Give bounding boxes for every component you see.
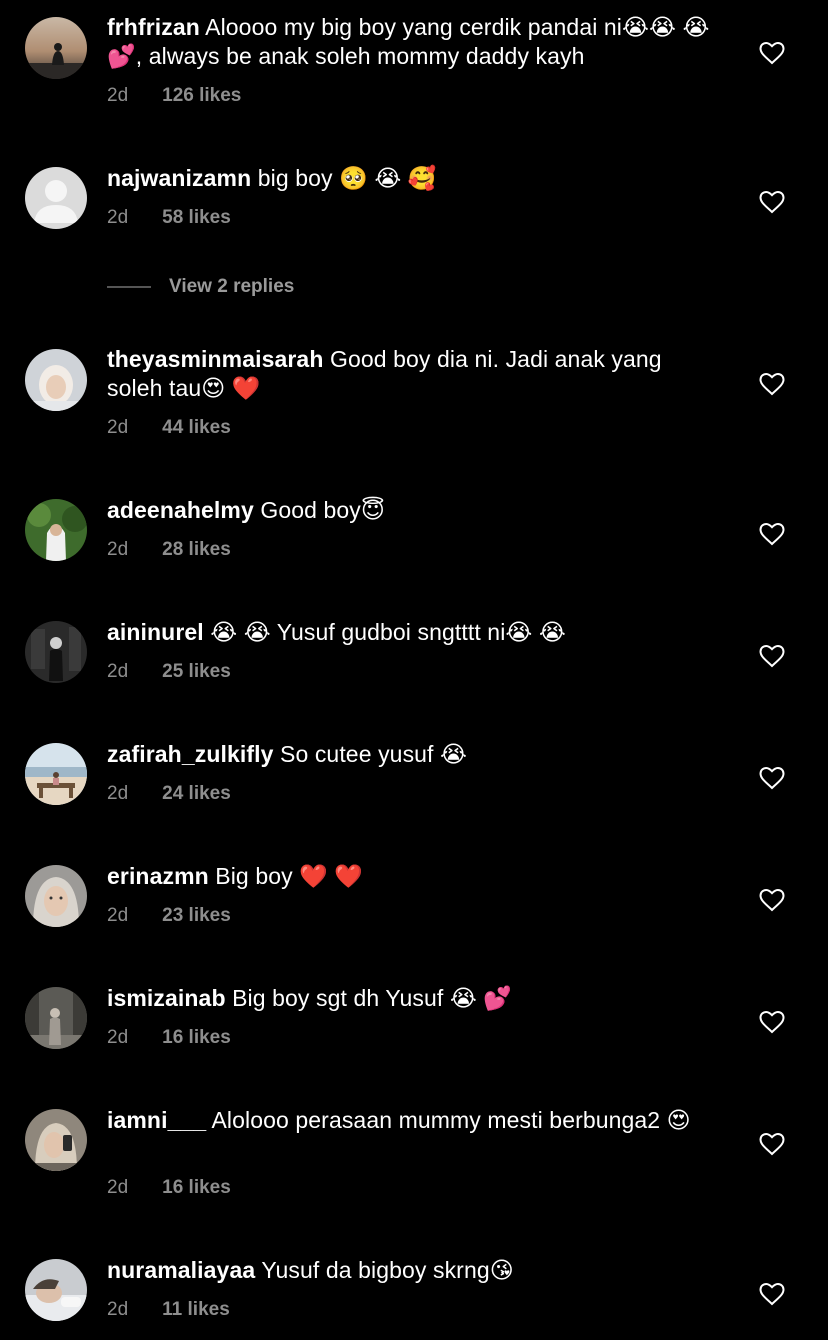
heart-outline-icon[interactable]: [759, 190, 785, 214]
comment-time: 2d: [107, 417, 129, 438]
comment-username[interactable]: erinazmn: [107, 863, 209, 889]
comment-meta: 2d 16 likes: [107, 1027, 231, 1049]
like-count[interactable]: 24 likes: [162, 783, 231, 804]
comment-meta: 2d 44 likes: [107, 417, 231, 439]
comments-list: frhfrizan Aloooo my big boy yang cerdik …: [0, 0, 828, 1340]
heart-outline-icon[interactable]: [759, 888, 785, 912]
like-count[interactable]: 16 likes: [162, 1177, 231, 1198]
replies-divider: [107, 285, 151, 288]
comment-meta: 2d 24 likes: [107, 783, 231, 805]
heart-outline-icon[interactable]: [759, 1282, 785, 1306]
comment-meta: 2d 11 likes: [107, 1299, 230, 1321]
heart-outline-icon[interactable]: [759, 1132, 785, 1156]
like-count[interactable]: 58 likes: [162, 207, 231, 228]
comment-body: iamni___ Alolooo perasaan mummy mesti be…: [107, 1106, 717, 1135]
avatar[interactable]: [25, 621, 87, 683]
comment-time: 2d: [107, 207, 129, 228]
comment-time: 2d: [107, 661, 129, 682]
comment-username[interactable]: iamni___: [107, 1107, 206, 1133]
view-replies-label: View 2 replies: [169, 276, 295, 297]
like-count[interactable]: 126 likes: [162, 85, 241, 106]
comment-time: 2d: [107, 1027, 129, 1048]
comment-username[interactable]: frhfrizan: [107, 14, 200, 40]
avatar[interactable]: [25, 349, 87, 411]
comment-body: zafirah_zulkifly So cutee yusuf 😭: [107, 740, 717, 769]
comment-username[interactable]: theyasminmaisarah: [107, 346, 323, 372]
avatar[interactable]: [25, 1259, 87, 1321]
comment-time: 2d: [107, 905, 129, 926]
view-replies-button[interactable]: View 2 replies: [107, 276, 294, 298]
comment-username[interactable]: adeenahelmy: [107, 497, 254, 523]
comment-body: najwanizamn big boy 🥺 😭 🥰: [107, 164, 717, 193]
avatar[interactable]: [25, 17, 87, 79]
comment-time: 2d: [107, 783, 129, 804]
like-count[interactable]: 44 likes: [162, 417, 231, 438]
avatar[interactable]: [25, 987, 87, 1049]
comment-time: 2d: [107, 1177, 129, 1198]
comment-username[interactable]: ismizainab: [107, 985, 226, 1011]
comment-text: Alolooo perasaan mummy mesti berbunga2 😍: [211, 1107, 691, 1133]
heart-outline-icon[interactable]: [759, 644, 785, 668]
avatar[interactable]: [25, 167, 87, 229]
comment-body: nuramaliayaa Yusuf da bigboy skrng😘: [107, 1256, 717, 1285]
avatar[interactable]: [25, 865, 87, 927]
comment-meta: 2d 25 likes: [107, 661, 231, 683]
comment-username[interactable]: zafirah_zulkifly: [107, 741, 274, 767]
comment-username[interactable]: nuramaliayaa: [107, 1257, 255, 1283]
comment-username[interactable]: najwanizamn: [107, 165, 251, 191]
comment-body: frhfrizan Aloooo my big boy yang cerdik …: [107, 13, 717, 71]
comment-meta: 2d 28 likes: [107, 539, 231, 561]
like-count[interactable]: 25 likes: [162, 661, 231, 682]
comment-meta: 2d 16 likes: [107, 1177, 231, 1199]
heart-outline-icon[interactable]: [759, 41, 785, 65]
like-count[interactable]: 11 likes: [162, 1299, 230, 1320]
heart-outline-icon[interactable]: [759, 372, 785, 396]
comment-body: erinazmn Big boy ❤️ ❤️: [107, 862, 717, 891]
comment-text: big boy 🥺 😭 🥰: [257, 165, 437, 191]
comment-meta: 2d 58 likes: [107, 207, 231, 229]
heart-outline-icon[interactable]: [759, 766, 785, 790]
comment-meta: 2d 126 likes: [107, 85, 241, 107]
avatar[interactable]: [25, 499, 87, 561]
heart-outline-icon[interactable]: [759, 1010, 785, 1034]
like-count[interactable]: 16 likes: [162, 1027, 231, 1048]
like-count[interactable]: 23 likes: [162, 905, 231, 926]
comment-time: 2d: [107, 1299, 129, 1320]
comment-time: 2d: [107, 85, 129, 106]
heart-outline-icon[interactable]: [759, 522, 785, 546]
comment-text: 😭 😭 Yusuf gudboi sngtttt ni😭 😭: [210, 619, 566, 645]
avatar[interactable]: [25, 743, 87, 805]
comment-username[interactable]: aininurel: [107, 619, 204, 645]
comment-body: adeenahelmy Good boy😇: [107, 496, 717, 525]
comment-body: ismizainab Big boy sgt dh Yusuf 😭 💕: [107, 984, 717, 1013]
comment-time: 2d: [107, 539, 129, 560]
comment-text: Yusuf da bigboy skrng😘: [261, 1257, 514, 1283]
comment-body: aininurel 😭 😭 Yusuf gudboi sngtttt ni😭 😭: [107, 618, 717, 647]
like-count[interactable]: 28 likes: [162, 539, 231, 560]
comment-text: Big boy sgt dh Yusuf 😭 💕: [232, 985, 513, 1011]
comment-text: So cutee yusuf 😭: [280, 741, 468, 767]
comment-text: Big boy ❤️ ❤️: [215, 863, 364, 889]
comment-body: theyasminmaisarah Good boy dia ni. Jadi …: [107, 345, 717, 403]
comment-meta: 2d 23 likes: [107, 905, 231, 927]
comment-text: Good boy😇: [260, 497, 385, 523]
avatar[interactable]: [25, 1109, 87, 1171]
